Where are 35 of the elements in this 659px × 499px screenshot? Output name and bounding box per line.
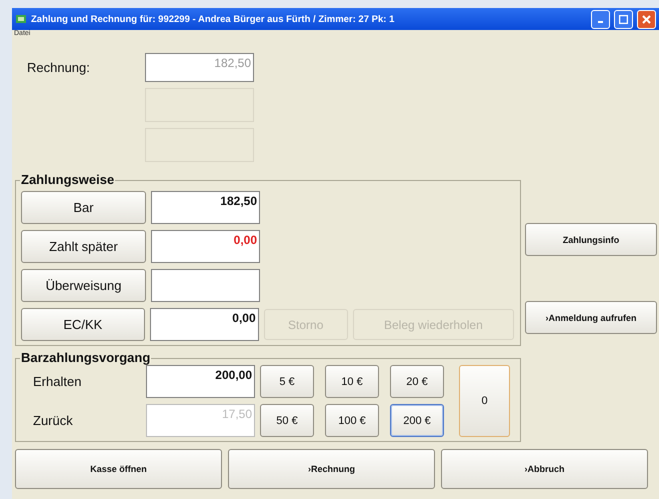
change-field: 17,50 [146,404,255,437]
banknote-button[interactable]: 200 € [390,404,444,437]
window-title: Zahlung und Rechnung für: 992299 - Andrea Bürger aus Fürth / Zimmer: 27 Pk: 1 [31,14,396,24]
banknote-button[interactable]: 20 € [390,365,444,398]
amount-field[interactable]: 0,00 [151,230,260,263]
close-button[interactable] [637,10,656,28]
amount-field[interactable]: 182,50 [151,191,260,224]
banknote-button[interactable]: 100 € [325,404,379,437]
footer-button[interactable]: ›Abbruch [441,449,648,489]
footer-button[interactable]: ›Rechnung [228,449,435,489]
group-title: Barzahlungsvorgang [20,350,152,365]
received-label: Erhalten [32,374,82,389]
payment-method-button[interactable]: Bar [21,191,146,224]
banknote-button[interactable]: 50 € [260,404,314,437]
side-button[interactable]: ›Anmeldung aufrufen [525,301,657,334]
banknote-button[interactable]: 10 € [325,365,379,398]
maximize-button[interactable] [614,10,633,28]
payment-method-button[interactable]: Zahlt später [21,230,146,263]
invoice-field: 182,50 [145,53,254,82]
change-label: Zurück [32,413,74,428]
amount-field[interactable] [151,269,260,302]
maximize-icon [619,14,628,24]
payment-method-button[interactable]: EC/KK [21,308,145,341]
invoice-label: Rechnung: [26,60,91,75]
amount-field[interactable]: 0,00 [150,308,259,341]
minimize-button[interactable] [591,10,610,28]
footer-button[interactable]: Kasse öffnen [15,449,222,489]
clear-button[interactable]: 0 [459,365,510,437]
group-title: Zahlungsweise [20,172,116,187]
received-field[interactable]: 200,00 [146,365,255,398]
close-icon [642,14,651,24]
payment-method-button[interactable]: Überweisung [21,269,146,302]
app-icon [15,13,27,25]
banknote-button[interactable]: 5 € [260,365,314,398]
side-button[interactable]: Zahlungsinfo [525,223,657,256]
